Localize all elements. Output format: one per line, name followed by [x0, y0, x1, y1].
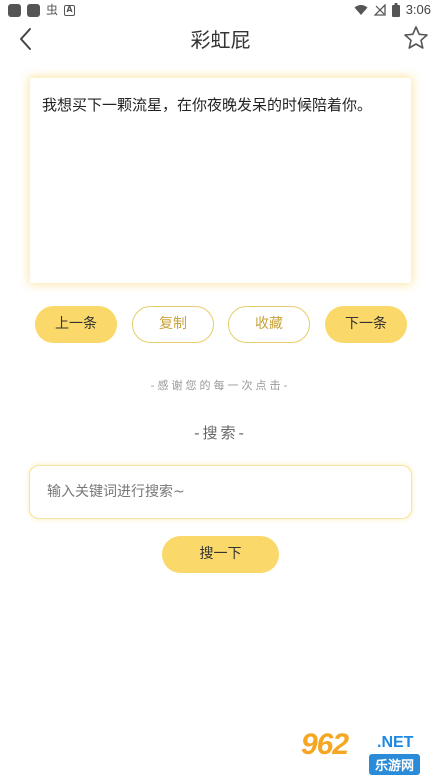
status-left: 虫 A	[8, 3, 76, 17]
favorite-star-button[interactable]	[403, 25, 429, 51]
quote-text: 我想买下一颗流星，在你夜晚发呆的时候陪着你。	[42, 96, 373, 114]
bug-icon: 虫	[46, 3, 59, 17]
star-outline-icon	[404, 26, 428, 49]
next-button[interactable]: 下一条	[325, 306, 407, 343]
signal-icon	[373, 3, 386, 16]
page-title: 彩虹屁	[190, 28, 251, 52]
status-bar: 虫 A 3:06	[0, 0, 441, 22]
quote-card: 我想买下一颗流星，在你夜晚发呆的时候陪着你。	[30, 78, 411, 283]
battery-icon	[391, 2, 400, 17]
notification-icon	[8, 3, 21, 17]
search-box	[29, 465, 412, 519]
search-button[interactable]: 搜一下	[162, 536, 279, 573]
watermark-cn: 乐游网	[369, 754, 421, 775]
previous-button[interactable]: 上一条	[35, 306, 117, 343]
copy-button[interactable]: 复制	[132, 306, 214, 343]
search-heading: -搜索-	[194, 424, 247, 442]
notification-icon	[27, 3, 40, 17]
wifi-icon	[354, 4, 368, 15]
action-button-row: 上一条 复制 收藏 下一条	[0, 306, 441, 344]
favorite-button[interactable]: 收藏	[228, 306, 310, 343]
watermark-logo: 962 .NET 乐游网	[299, 726, 435, 778]
status-time: 3:06	[405, 2, 431, 17]
thanks-text: -感谢您的每一次点击-	[150, 379, 291, 392]
watermark-number: 962	[301, 728, 349, 761]
status-right: 3:06	[354, 2, 431, 17]
app-header: 彩虹屁	[0, 22, 441, 58]
watermark-suffix: .NET	[377, 734, 414, 751]
search-input[interactable]	[30, 466, 411, 518]
a-icon: A	[64, 4, 76, 16]
